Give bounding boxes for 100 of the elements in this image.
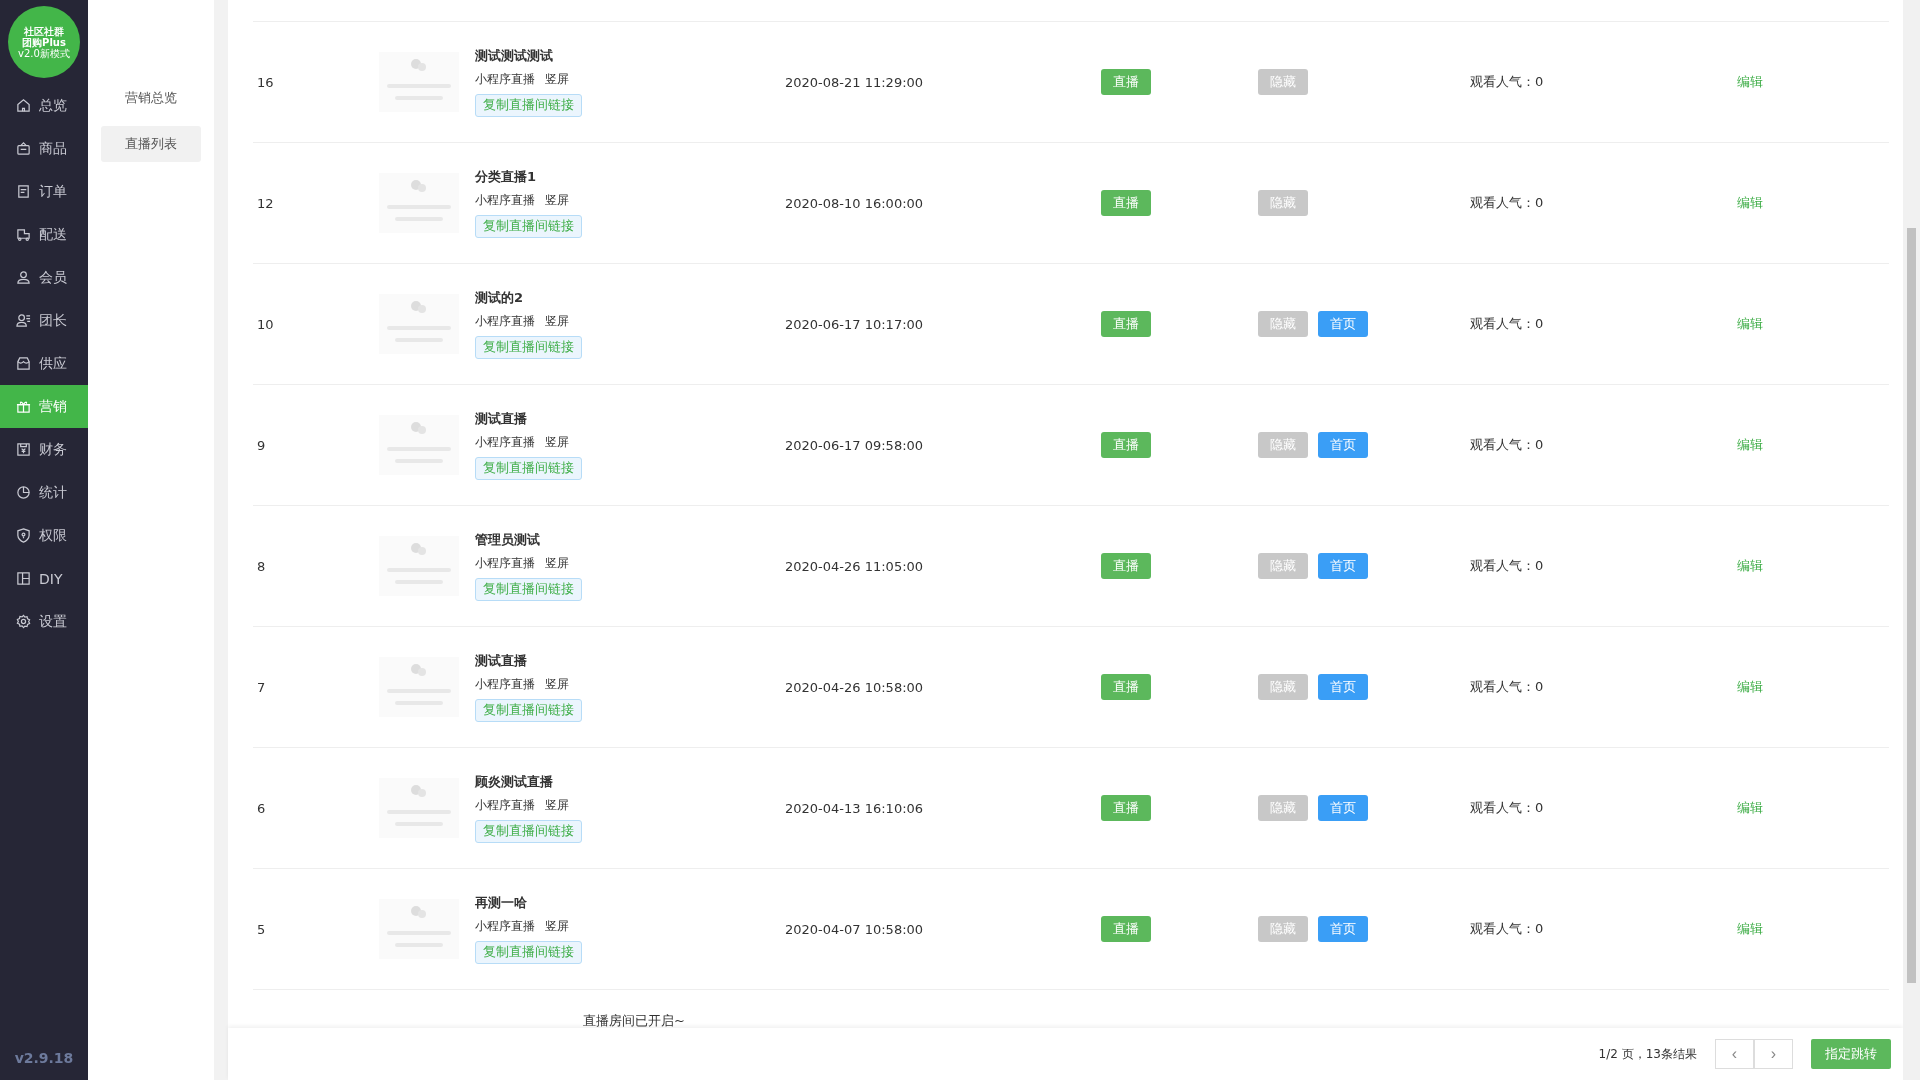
- popularity-text: 观看人气：0: [1470, 73, 1545, 91]
- logo: 社区社群 团购Plus v2.0新模式: [8, 6, 80, 78]
- nav-item[interactable]: 配送: [0, 213, 88, 256]
- copy-link-button[interactable]: 复制直播间链接: [475, 699, 582, 722]
- copy-link-button[interactable]: 复制直播间链接: [475, 457, 582, 480]
- orientation-label: 竖屏: [545, 555, 569, 572]
- table-cell-text: 6: [256, 800, 267, 816]
- live-button[interactable]: 直播: [1101, 190, 1151, 216]
- table-cell-text: 10: [256, 316, 275, 332]
- nav-item[interactable]: 权限: [0, 514, 88, 557]
- live-button[interactable]: 直播: [1101, 674, 1151, 700]
- version-label: v2.9.18: [13, 1050, 75, 1068]
- live-type: 小程序直播: [475, 797, 535, 814]
- live-title: 测试测试测试: [475, 47, 553, 65]
- live-title: 直播房间已开启~: [583, 1012, 685, 1028]
- live-button[interactable]: 直播: [1101, 311, 1151, 337]
- live-button[interactable]: 直播: [1101, 69, 1151, 95]
- popularity-text: 观看人气：0: [1470, 436, 1545, 454]
- live-title: 再测一哈: [475, 894, 527, 912]
- nav-item[interactable]: 财务: [0, 428, 88, 471]
- edit-link[interactable]: 编辑: [1737, 436, 1763, 454]
- live-button[interactable]: 直播: [1101, 795, 1151, 821]
- homepage-button[interactable]: 首页: [1318, 432, 1368, 458]
- popularity-text: 观看人气：0: [1470, 194, 1545, 212]
- live-type: 小程序直播: [475, 192, 535, 209]
- homepage-button[interactable]: 首页: [1318, 674, 1368, 700]
- leader-icon: [16, 313, 31, 328]
- nav-item[interactable]: 营销: [0, 385, 88, 428]
- copy-link-button[interactable]: 复制直播间链接: [475, 941, 582, 964]
- nav-item[interactable]: 供应: [0, 342, 88, 385]
- edit-link[interactable]: 编辑: [1737, 73, 1763, 91]
- live-type: 小程序直播: [475, 918, 535, 935]
- gear-icon: [16, 614, 31, 629]
- edit-link[interactable]: 编辑: [1737, 315, 1763, 333]
- live-type: 小程序直播: [475, 676, 535, 693]
- live-type: 小程序直播: [475, 555, 535, 572]
- edit-link[interactable]: 编辑: [1737, 920, 1763, 938]
- copy-link-button[interactable]: 复制直播间链接: [475, 94, 582, 117]
- nav-item[interactable]: 商品: [0, 127, 88, 170]
- table-cell-text: 7: [256, 679, 267, 695]
- order-icon: [16, 184, 31, 199]
- previous-page-button[interactable]: ‹: [1715, 1039, 1754, 1069]
- homepage-button[interactable]: 首页: [1318, 795, 1368, 821]
- edit-link[interactable]: 编辑: [1737, 557, 1763, 575]
- orientation-label: 竖屏: [545, 918, 569, 935]
- jump-button[interactable]: 指定跳转: [1811, 1039, 1891, 1069]
- copy-link-button[interactable]: 复制直播间链接: [475, 820, 582, 843]
- copy-link-button[interactable]: 复制直播间链接: [475, 336, 582, 359]
- live-button[interactable]: 直播: [1101, 553, 1151, 579]
- pie-icon: [16, 485, 31, 500]
- next-page-button[interactable]: ›: [1754, 1039, 1793, 1069]
- truck-icon: [16, 227, 31, 242]
- orientation-label: 竖屏: [545, 71, 569, 88]
- nav-item[interactable]: 总览: [0, 84, 88, 127]
- live-button[interactable]: 直播: [1101, 916, 1151, 942]
- live-title: 顾炎测试直播: [475, 773, 553, 791]
- popularity-text: 观看人气：0: [1470, 315, 1545, 333]
- edit-link[interactable]: 编辑: [1737, 678, 1763, 696]
- popularity-text: 观看人气：0: [1470, 678, 1545, 696]
- nav-item[interactable]: 统计: [0, 471, 88, 514]
- table-cell-text: 2020-06-17 09:58:00: [785, 437, 925, 453]
- table-cell-text: 12: [256, 195, 275, 211]
- live-button[interactable]: 直播: [1101, 432, 1151, 458]
- nav-item[interactable]: DIY: [0, 557, 88, 600]
- nav-item[interactable]: 团长: [0, 299, 88, 342]
- homepage-button[interactable]: 首页: [1318, 311, 1368, 337]
- live-type: 小程序直播: [475, 71, 535, 88]
- table-cell-text: 16: [256, 74, 275, 90]
- nav-item[interactable]: 设置: [0, 600, 88, 643]
- table-cell-text: 2020-06-17 10:17:00: [785, 316, 925, 332]
- table-cell-text: 5: [256, 921, 267, 937]
- page-summary: 1/2 页，13条结果: [1598, 1045, 1697, 1063]
- edit-link[interactable]: 编辑: [1737, 194, 1763, 212]
- submenu-item[interactable]: 营销总览: [101, 80, 201, 116]
- live-title: 测试的2: [475, 289, 524, 307]
- homepage-button[interactable]: 首页: [1318, 916, 1368, 942]
- submenu-item[interactable]: 直播列表: [101, 126, 201, 162]
- table-cell-text: 8: [256, 558, 267, 574]
- popularity-text: 观看人气：0: [1470, 799, 1545, 817]
- shield-icon: [16, 528, 31, 543]
- copy-link-button[interactable]: 复制直播间链接: [475, 215, 582, 238]
- user-icon: [16, 270, 31, 285]
- live-type: 小程序直播: [475, 313, 535, 330]
- live-title: 管理员测试: [475, 531, 540, 549]
- popularity-text: 观看人气：0: [1470, 557, 1545, 575]
- orientation-label: 竖屏: [545, 676, 569, 693]
- orientation-label: 竖屏: [545, 313, 569, 330]
- table-cell-text: 2020-04-26 10:58:00: [785, 679, 925, 695]
- edit-link[interactable]: 编辑: [1737, 799, 1763, 817]
- nav-item[interactable]: 订单: [0, 170, 88, 213]
- live-type: 小程序直播: [475, 434, 535, 451]
- nav-item[interactable]: 会员: [0, 256, 88, 299]
- home-icon: [16, 98, 31, 113]
- table-cell-text: 9: [256, 437, 267, 453]
- live-title: 测试直播: [475, 410, 527, 428]
- copy-link-button[interactable]: 复制直播间链接: [475, 578, 582, 601]
- table-cell-text: 2020-04-07 10:58:00: [785, 921, 925, 937]
- live-title: 分类直播1: [475, 168, 537, 186]
- homepage-button[interactable]: 首页: [1318, 553, 1368, 579]
- layout-icon: [16, 571, 31, 586]
